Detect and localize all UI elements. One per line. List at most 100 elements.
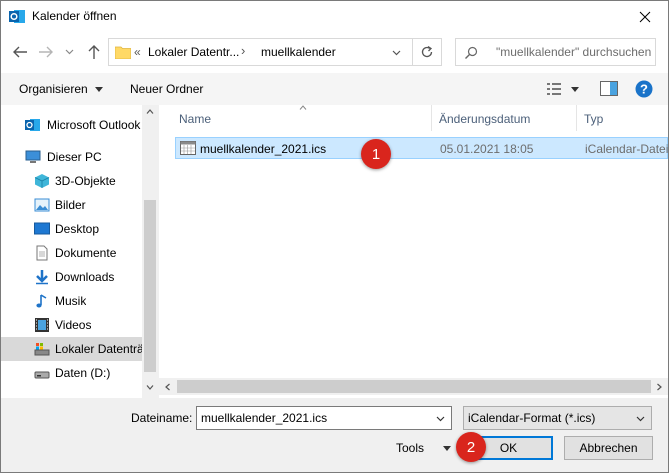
pc-icon — [25, 150, 41, 163]
sidebar-item-drive-d[interactable]: Daten (D:) — [1, 361, 142, 385]
column-header-label: Änderungsdatum — [439, 112, 531, 126]
column-header-name[interactable]: Name — [175, 105, 432, 131]
breadcrumb-folder[interactable]: muellkalender — [261, 45, 336, 59]
file-name: muellkalender_2021.ics — [200, 142, 327, 156]
sidebar-scrollbar[interactable] — [142, 105, 158, 398]
tools-menu[interactable]: Tools — [396, 441, 452, 455]
sidebar-item-label: Daten (D:) — [55, 366, 111, 380]
sidebar-item-videos[interactable]: Videos — [1, 313, 142, 337]
sidebar-item-drive-c[interactable]: Lokaler Datenträger (C:) — [1, 337, 142, 361]
sidebar-item-music[interactable]: Musik — [1, 289, 142, 313]
sidebar-item-3d-objects[interactable]: 3D-Objekte — [1, 169, 142, 193]
column-header-type[interactable]: Typ — [578, 105, 668, 131]
caret-down-icon — [95, 87, 104, 93]
file-type-filter-value: iCalendar-Format (*.ics) — [468, 411, 596, 425]
calendar-file-icon — [180, 141, 196, 155]
sidebar-item-downloads[interactable]: Downloads — [1, 265, 142, 289]
column-header-label: Name — [179, 112, 212, 126]
caret-down-icon[interactable] — [571, 87, 579, 92]
file-type-filter[interactable]: iCalendar-Format (*.ics) — [463, 406, 652, 430]
tools-label: Tools — [396, 441, 425, 455]
organize-label: Organisieren — [19, 82, 88, 96]
chevron-down-icon — [392, 50, 401, 56]
overflow-chevron[interactable]: « — [134, 45, 141, 59]
pictures-icon — [34, 198, 50, 212]
desktop-icon — [34, 222, 50, 235]
scroll-right-icon[interactable] — [657, 383, 662, 391]
up-button[interactable] — [84, 42, 104, 62]
sidebar-item-desktop[interactable]: Desktop — [1, 217, 142, 241]
annotation-badge-1: 1 — [361, 139, 391, 169]
svg-text:?: ? — [640, 82, 648, 97]
sidebar-scroll-thumb[interactable] — [144, 200, 156, 372]
file-type: iCalendar-Datei — [585, 142, 669, 156]
sidebar-item-label: Musik — [55, 294, 87, 308]
close-button[interactable] — [622, 1, 668, 32]
forward-button[interactable] — [36, 42, 56, 62]
search-placeholder: "muellkalender" durchsuchen — [496, 45, 652, 59]
scroll-down-icon[interactable] — [146, 385, 154, 390]
sidebar-item-label: Downloads — [55, 270, 115, 284]
documents-icon — [36, 245, 48, 261]
chevron-down-icon[interactable] — [436, 416, 445, 422]
caret-down-icon — [443, 446, 452, 452]
sidebar-item-label: Lokaler Datenträger (C:) — [55, 342, 142, 356]
sidebar-item-outlook[interactable]: Microsoft Outlook — [1, 113, 142, 137]
help-icon[interactable]: ? — [635, 80, 653, 98]
refresh-button[interactable] — [412, 38, 442, 66]
scroll-thumb[interactable] — [177, 380, 651, 393]
preview-pane-icon[interactable] — [600, 81, 618, 96]
file-list-scrollbar[interactable] — [159, 378, 668, 395]
organize-button[interactable]: Organisieren — [19, 82, 104, 96]
open-calendar-dialog: Kalender öffnen « Lokaler Datentr... › m… — [0, 0, 669, 473]
sidebar-item-documents[interactable]: Dokumente — [1, 241, 142, 265]
recent-locations-button[interactable] — [62, 42, 76, 62]
scroll-up-icon[interactable] — [146, 109, 154, 114]
column-header-label: Typ — [584, 112, 604, 126]
filename-value: muellkalender_2021.ics — [201, 411, 328, 425]
new-folder-button[interactable]: Neuer Ordner — [130, 82, 203, 96]
3d-objects-icon — [34, 174, 50, 188]
cancel-button[interactable]: Abbrechen — [564, 436, 653, 460]
back-button[interactable] — [10, 42, 30, 62]
file-date: 05.01.2021 18:05 — [440, 142, 534, 156]
sidebar-item-pictures[interactable]: Bilder — [1, 193, 142, 217]
title-bar: Kalender öffnen — [1, 1, 668, 32]
view-options-icon[interactable] — [547, 82, 563, 96]
arrow-up-icon — [88, 45, 100, 59]
window-title: Kalender öffnen — [32, 9, 117, 23]
navigation-bar: « Lokaler Datentr... › muellkalender "mu… — [1, 32, 668, 73]
sidebar-item-label: Dokumente — [55, 246, 117, 260]
refresh-icon — [421, 45, 433, 58]
table-row[interactable]: muellkalender_2021.ics 05.01.2021 18:05 … — [175, 137, 668, 159]
videos-icon — [35, 318, 49, 332]
breadcrumb-separator-icon: › — [241, 43, 246, 58]
downloads-icon — [36, 270, 48, 285]
sidebar-item-label: 3D-Objekte — [55, 174, 116, 188]
music-icon — [36, 294, 47, 308]
arrow-right-icon — [39, 46, 53, 58]
breadcrumb-drive[interactable]: Lokaler Datentr... — [148, 45, 239, 59]
sidebar-item-this-pc[interactable]: Dieser PC — [1, 145, 142, 169]
dialog-footer: Dateiname: muellkalender_2021.ics iCalen… — [1, 398, 668, 472]
outlook-icon — [25, 119, 40, 131]
filename-field[interactable]: muellkalender_2021.ics — [196, 406, 452, 430]
search-input[interactable]: "muellkalender" durchsuchen — [455, 38, 656, 66]
close-icon — [639, 11, 651, 22]
address-bar[interactable]: « Lokaler Datentr... › muellkalender — [108, 38, 413, 66]
sidebar-item-label: Desktop — [55, 222, 100, 236]
command-bar: Organisieren Neuer Ordner ? — [1, 73, 668, 105]
annotation-badge-2: 2 — [456, 432, 486, 462]
file-list: Name Änderungsdatum Typ muellkalender_20… — [159, 105, 668, 398]
drive-c-icon — [34, 343, 50, 356]
navigation-pane: Microsoft Outlook Dieser PC 3D-Objekte B… — [1, 105, 158, 398]
column-header-date[interactable]: Änderungsdatum — [433, 105, 577, 131]
filename-label: Dateiname: — [131, 411, 193, 425]
sidebar-item-label: Bilder — [55, 198, 86, 212]
arrow-left-icon — [13, 46, 27, 58]
sidebar-item-label: Microsoft Outlook — [47, 118, 141, 132]
outlook-icon — [9, 10, 25, 23]
drive-d-icon — [34, 371, 50, 379]
scroll-left-icon[interactable] — [165, 383, 170, 391]
sidebar-item-label: Dieser PC — [47, 150, 102, 164]
